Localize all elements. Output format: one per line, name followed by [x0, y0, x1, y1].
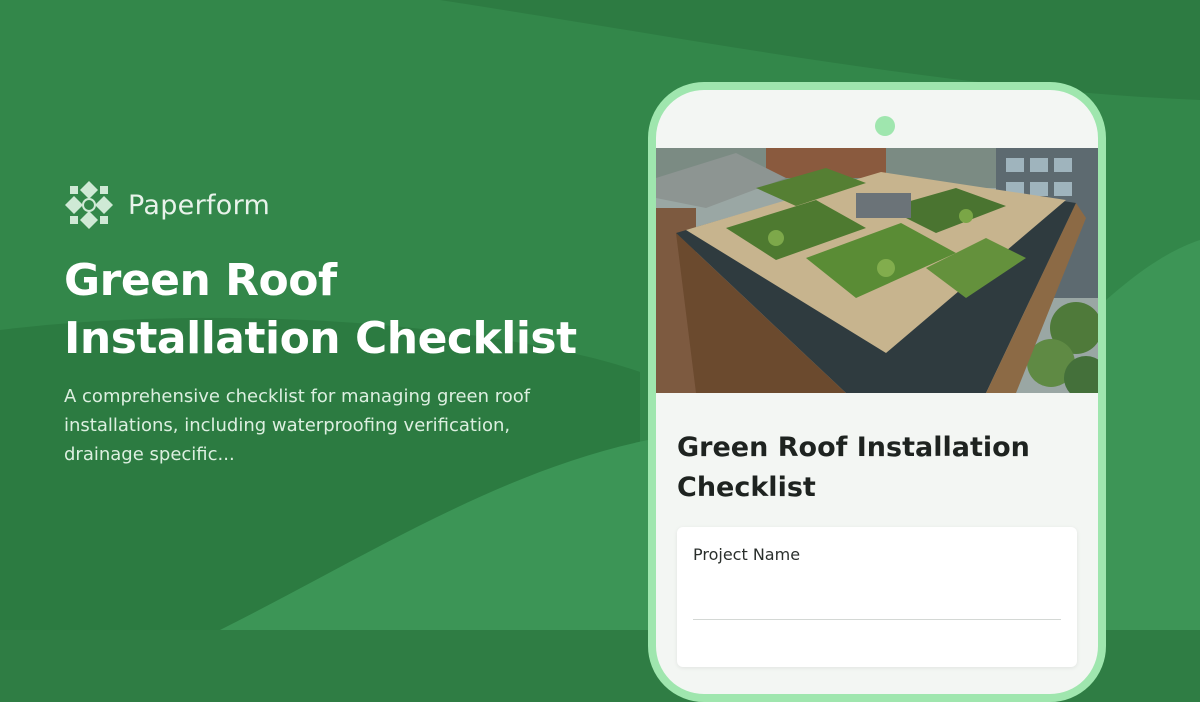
page-description: A comprehensive checklist for managing g…: [64, 386, 531, 465]
project-name-label: Project Name: [693, 545, 801, 564]
brand: Paperform: [64, 180, 270, 230]
phone-mockup: Green Roof Installation Checklist Projec…: [648, 82, 1106, 702]
green-roof-building-photo: [656, 148, 1098, 393]
form-card: Project Name: [677, 527, 1077, 667]
page-title: Green Roof Installation Checklist: [64, 255, 577, 364]
brand-name: Paperform: [128, 189, 271, 221]
form-title: Green Roof Installation Checklist: [677, 432, 1030, 503]
project-name-input[interactable]: [693, 579, 1061, 620]
camera-dot: [875, 116, 895, 136]
paperform-logo-icon: [65, 181, 113, 229]
